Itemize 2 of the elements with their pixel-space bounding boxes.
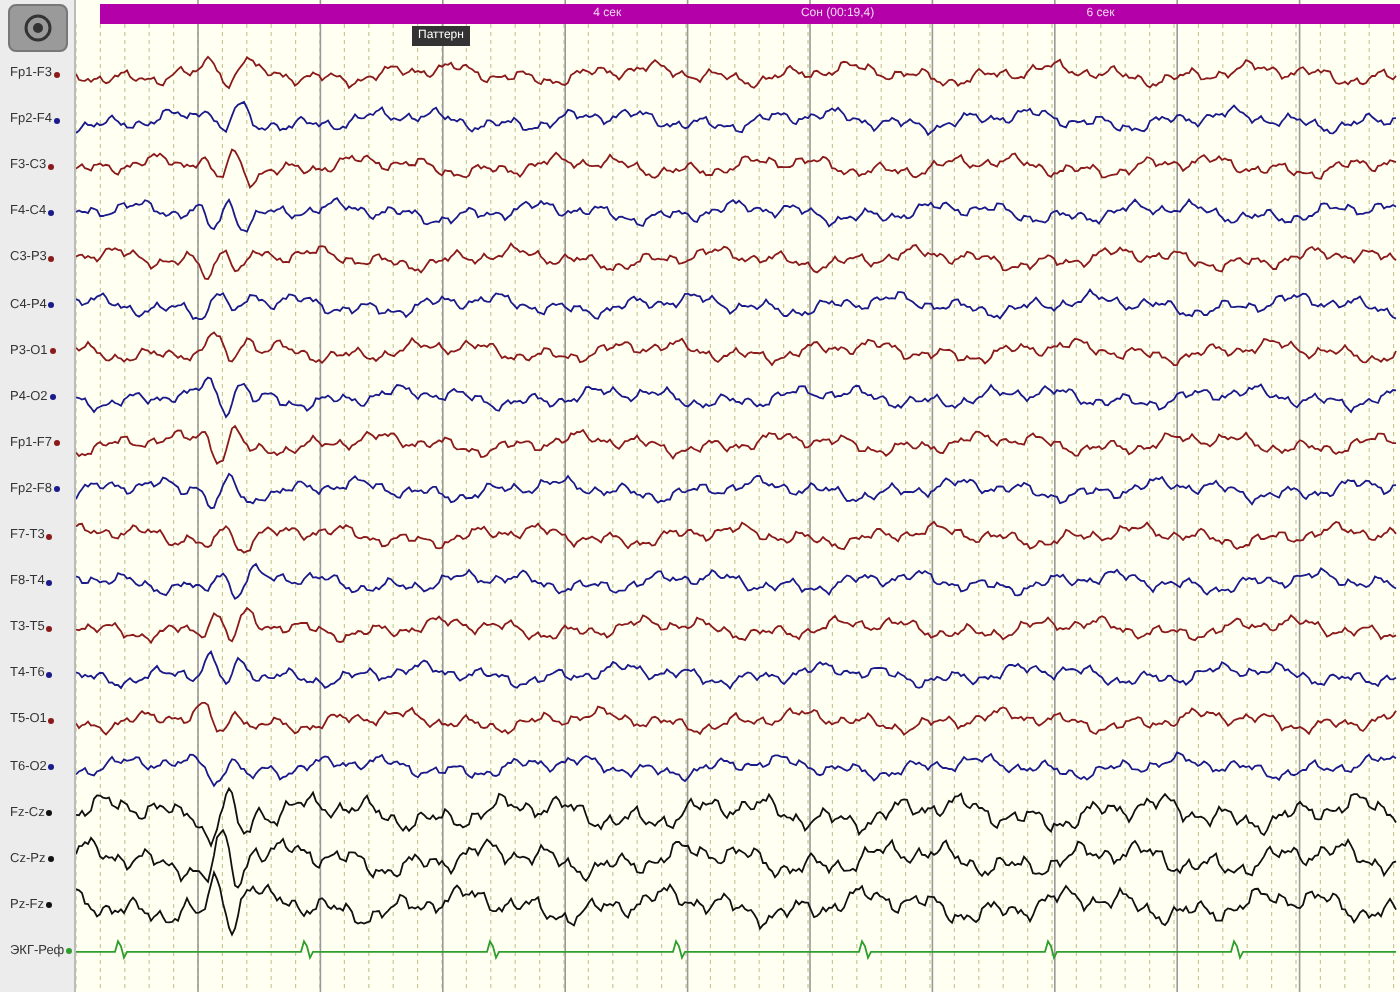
target-icon xyxy=(23,14,51,42)
target-button[interactable] xyxy=(7,4,67,52)
